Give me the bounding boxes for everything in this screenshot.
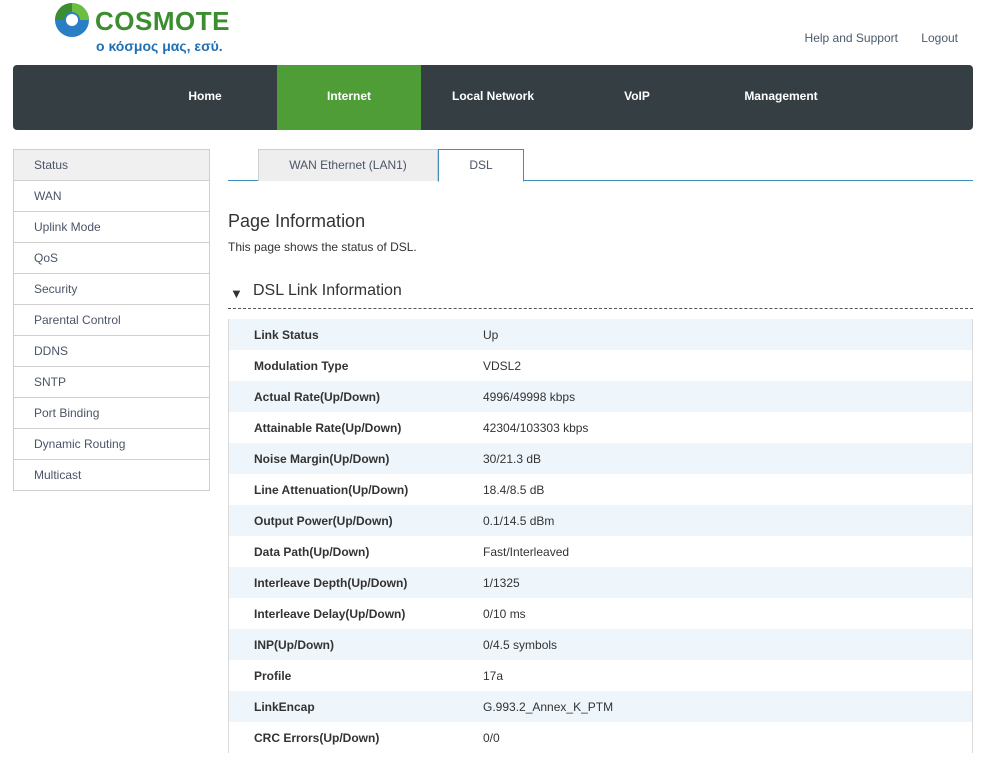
table-row: Noise Margin(Up/Down) 30/21.3 dB	[229, 443, 972, 474]
sidebar: Status WAN Uplink Mode QoS Security Pare…	[13, 149, 210, 491]
row-value: 0/0	[483, 731, 500, 745]
row-label: LinkEncap	[254, 700, 315, 714]
row-value: 17a	[483, 669, 504, 683]
row-value: 0/10 ms	[483, 607, 526, 621]
help-and-support-link[interactable]: Help and Support	[805, 31, 898, 45]
row-label: Link Status	[254, 328, 319, 342]
sidebar-item-multicast[interactable]: Multicast	[14, 460, 209, 491]
sidebar-item-parental-control[interactable]: Parental Control	[14, 305, 209, 336]
sidebar-item-qos[interactable]: QoS	[14, 243, 209, 274]
row-label: Interleave Depth(Up/Down)	[254, 576, 408, 590]
sidebar-item-dynamic-routing[interactable]: Dynamic Routing	[14, 429, 209, 460]
row-label: Output Power(Up/Down)	[254, 514, 393, 528]
tab-wan-ethernet[interactable]: WAN Ethernet (LAN1)	[258, 149, 438, 181]
table-row: Line Attenuation(Up/Down) 18.4/8.5 dB	[229, 474, 972, 505]
row-value: 0.1/14.5 dBm	[483, 514, 555, 528]
sidebar-item-wan[interactable]: WAN	[14, 181, 209, 212]
row-value: 1/1325	[483, 576, 520, 590]
row-label: Actual Rate(Up/Down)	[254, 390, 380, 404]
sidebar-item-uplink-mode[interactable]: Uplink Mode	[14, 212, 209, 243]
row-value: VDSL2	[483, 359, 522, 373]
row-value: 0/4.5 symbols	[483, 638, 558, 652]
dsl-info-table: Link Status Up Modulation Type VDSL2 Actua…	[228, 319, 973, 753]
row-label: Noise Margin(Up/Down)	[254, 452, 390, 466]
sidebar-item-security[interactable]: Security	[14, 274, 209, 305]
brand-tagline: ο κόσμος μας, εσύ.	[96, 38, 223, 54]
nav-voip[interactable]: VoIP	[565, 65, 709, 130]
table-row: LinkEncap G.993.2_Annex_K_PTM	[229, 691, 972, 722]
row-value: Up	[483, 328, 499, 342]
row-value: 4996/49998 kbps	[483, 390, 576, 404]
row-label: Profile	[254, 669, 292, 683]
row-value: 30/21.3 dB	[483, 452, 542, 466]
sidebar-item-ddns[interactable]: DDNS	[14, 336, 209, 367]
table-row: CRC Errors(Up/Down) 0/0	[229, 722, 972, 753]
row-label: INP(Up/Down)	[254, 638, 334, 652]
row-label: Attainable Rate(Up/Down)	[254, 421, 402, 435]
row-value: 18.4/8.5 dB	[483, 483, 545, 497]
top-links: Help and Support Logout	[805, 31, 958, 45]
page-description: This page shows the status of DSL.	[228, 240, 417, 254]
collapse-triangle-icon[interactable]: ▼	[230, 286, 243, 301]
table-row: INP(Up/Down) 0/4.5 symbols	[229, 629, 972, 660]
row-label: Interleave Delay(Up/Down)	[254, 607, 406, 621]
section-title: DSL Link Information	[253, 282, 402, 299]
nav-internet[interactable]: Internet	[277, 65, 421, 130]
table-row: Interleave Delay(Up/Down) 0/10 ms	[229, 598, 972, 629]
row-value: Fast/Interleaved	[483, 545, 570, 559]
nav-home[interactable]: Home	[133, 65, 277, 130]
sidebar-item-sntp[interactable]: SNTP	[14, 367, 209, 398]
row-label: Data Path(Up/Down)	[254, 545, 370, 559]
nav-management[interactable]: Management	[709, 65, 853, 130]
sidebar-item-status[interactable]: Status	[14, 150, 209, 181]
table-row: Interleave Depth(Up/Down) 1/1325	[229, 567, 972, 598]
logout-link[interactable]: Logout	[921, 31, 958, 45]
row-label: Modulation Type	[254, 359, 349, 373]
tab-dsl[interactable]: DSL	[438, 149, 524, 182]
page-title: Page Information	[228, 211, 366, 231]
cosmote-logo[interactable]: COSMOTE ο κόσμος μας, εσύ.	[54, 2, 229, 56]
row-value: 42304/103303 kbps	[483, 421, 589, 435]
row-value: G.993.2_Annex_K_PTM	[483, 700, 614, 714]
table-row: Link Status Up	[229, 319, 972, 350]
brand-name: COSMOTE	[95, 6, 230, 36]
table-row: Modulation Type VDSL2	[229, 350, 972, 381]
section-header[interactable]: ▼ DSL Link Information	[228, 281, 973, 309]
main-nav: Home Internet Local Network VoIP Managem…	[13, 65, 973, 130]
nav-local-network[interactable]: Local Network	[421, 65, 565, 130]
row-label: CRC Errors(Up/Down)	[254, 731, 380, 745]
cosmote-logo-icon	[55, 3, 89, 37]
table-row: Actual Rate(Up/Down) 4996/49998 kbps	[229, 381, 972, 412]
table-row: Data Path(Up/Down) Fast/Interleaved	[229, 536, 972, 567]
table-row: Attainable Rate(Up/Down) 42304/103303 kbp…	[229, 412, 972, 443]
sidebar-item-port-binding[interactable]: Port Binding	[14, 398, 209, 429]
row-label: Line Attenuation(Up/Down)	[254, 483, 409, 497]
table-row: Output Power(Up/Down) 0.1/14.5 dBm	[229, 505, 972, 536]
table-row: Profile 17a	[229, 660, 972, 691]
